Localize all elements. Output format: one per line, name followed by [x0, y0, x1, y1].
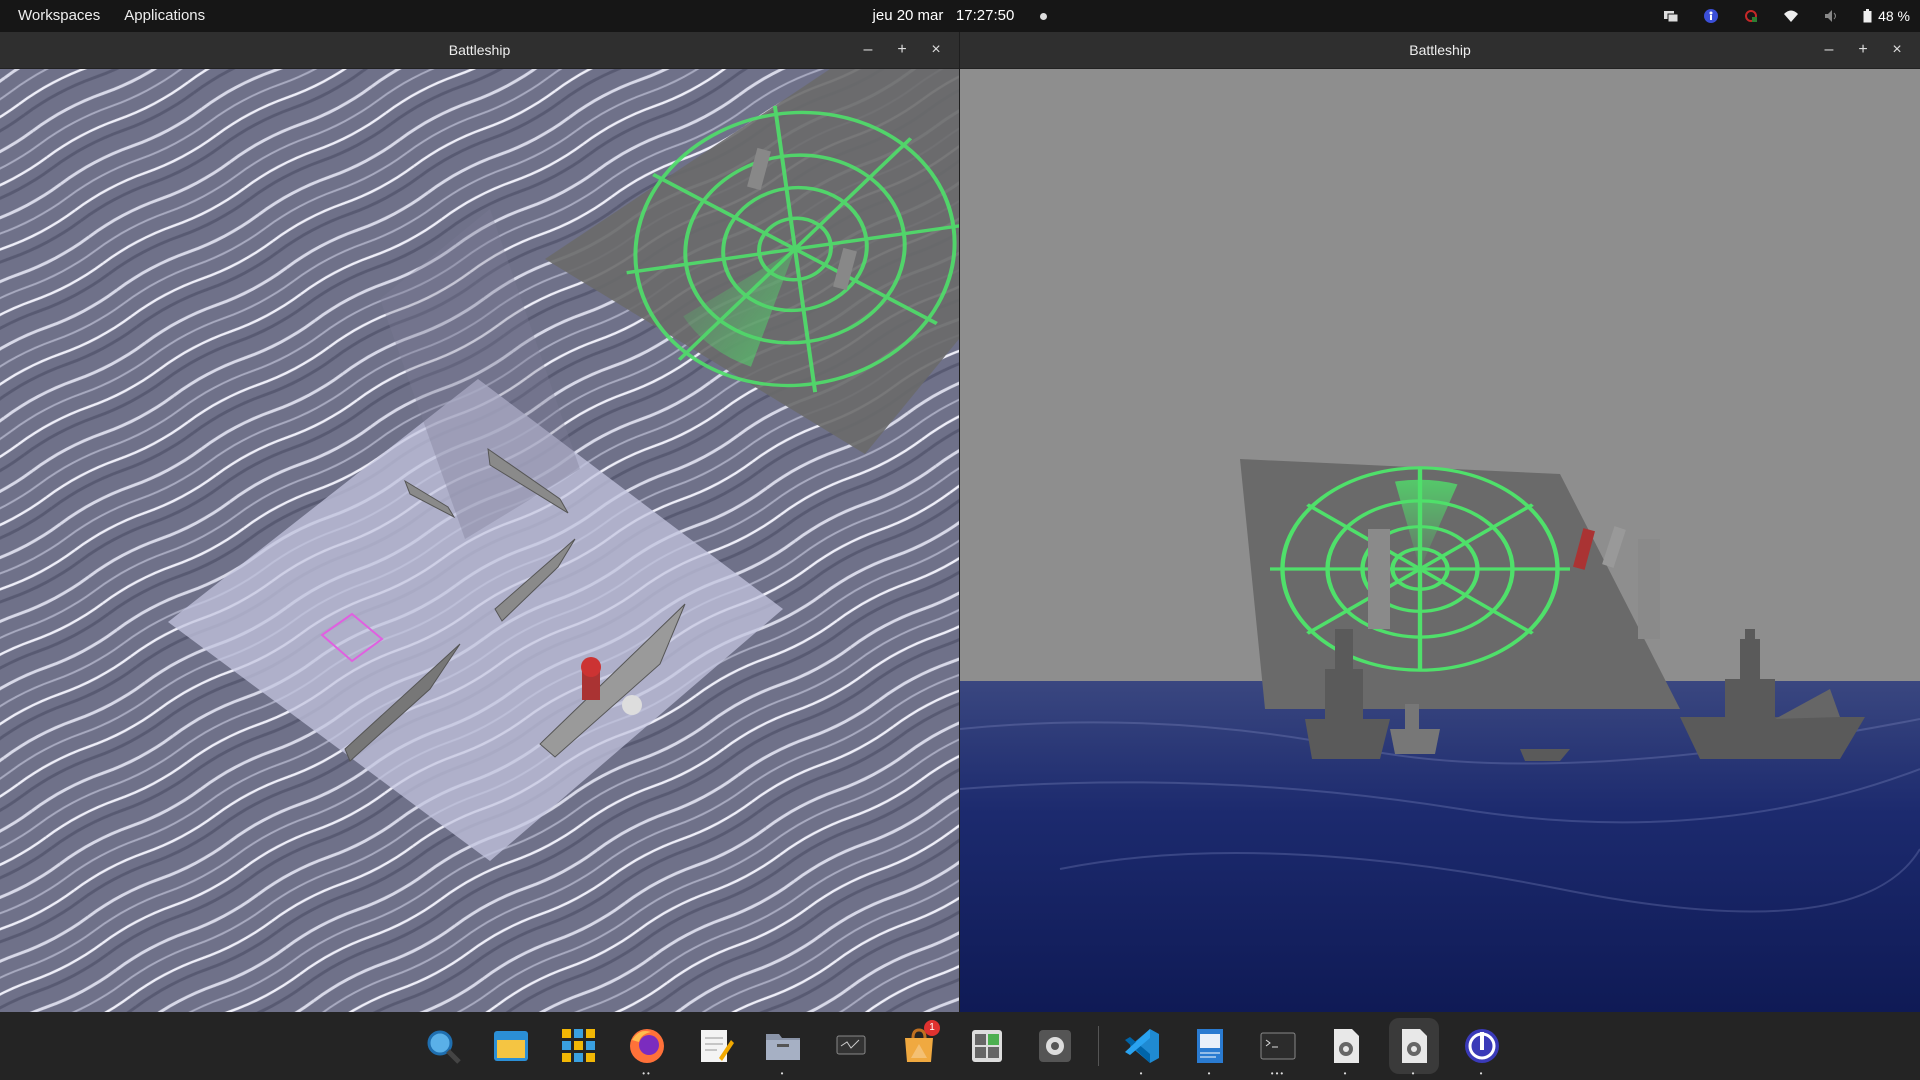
window-titlebar[interactable]: Battleship – + ×: [0, 32, 959, 69]
running-indicator: •: [780, 1069, 786, 1078]
document-viewer-icon[interactable]: •: [1185, 1018, 1235, 1078]
window-title: Battleship: [1409, 42, 1471, 58]
wifi-icon[interactable]: [1783, 8, 1799, 24]
top-panel: Workspaces Applications jeu 20 mar 17:27…: [0, 0, 1920, 32]
running-indicator: •: [1343, 1069, 1349, 1078]
battery-indicator[interactable]: 48 %: [1863, 8, 1910, 24]
running-indicator: •: [1139, 1069, 1145, 1078]
minimize-button[interactable]: –: [1812, 32, 1846, 68]
tweaks-icon[interactable]: •: [1457, 1018, 1507, 1078]
clock: jeu 20 mar 17:27:50: [0, 0, 1920, 32]
game-viewport-top-view[interactable]: [0, 69, 959, 1012]
battleship-window-left[interactable]: Battleship – + ×: [0, 32, 959, 1012]
battery-percent: 48 %: [1878, 8, 1910, 24]
dock: •• • 1 • • ••• • • •: [0, 1012, 1920, 1080]
notification-badge: 1: [924, 1020, 940, 1036]
vscode-icon[interactable]: •: [1117, 1018, 1167, 1078]
miss-peg: [622, 695, 642, 715]
clock-date[interactable]: jeu 20 mar: [873, 7, 944, 24]
recording-indicator-icon[interactable]: [1743, 8, 1759, 24]
calculator-icon[interactable]: [962, 1018, 1012, 1074]
close-button[interactable]: ×: [919, 32, 953, 68]
running-indicator: •: [1411, 1069, 1417, 1078]
clock-time[interactable]: 17:27:50: [956, 7, 1014, 24]
battleship-window-right[interactable]: Battleship – + ×: [960, 32, 1920, 1012]
file-manager-icon[interactable]: [486, 1018, 536, 1074]
maximize-button[interactable]: +: [1846, 32, 1880, 68]
window-titlebar[interactable]: Battleship – + ×: [960, 32, 1920, 69]
config-file-icon-2[interactable]: •: [1389, 1018, 1439, 1078]
close-button[interactable]: ×: [1880, 32, 1914, 68]
running-indicator: •: [1207, 1069, 1213, 1078]
dock-separator: [1098, 1026, 1099, 1066]
appcenter-icon[interactable]: 1: [894, 1018, 944, 1074]
game-viewport-sea-view[interactable]: [960, 69, 1920, 1012]
display-icon[interactable]: [1663, 8, 1679, 24]
running-indicator: ••: [642, 1069, 652, 1078]
running-indicator: •: [1479, 1069, 1485, 1078]
workspaces-button[interactable]: Workspaces: [6, 0, 112, 32]
files-icon[interactable]: •: [758, 1018, 808, 1078]
app-grid-icon[interactable]: [554, 1018, 604, 1074]
volume-muted-icon[interactable]: [1823, 8, 1839, 24]
system-tray: 48 %: [1663, 0, 1910, 32]
notification-dot[interactable]: [1040, 12, 1048, 20]
maximize-button[interactable]: +: [885, 32, 919, 68]
battery-icon: [1863, 9, 1872, 23]
terminal-icon[interactable]: •••: [1253, 1018, 1303, 1078]
accessibility-icon[interactable]: [1703, 8, 1719, 24]
firefox-icon[interactable]: ••: [622, 1018, 672, 1078]
applications-button[interactable]: Applications: [112, 0, 217, 32]
text-editor-icon[interactable]: [690, 1018, 740, 1074]
config-file-icon[interactable]: •: [1321, 1018, 1371, 1078]
monitor-icon[interactable]: [826, 1018, 876, 1074]
minimize-button[interactable]: –: [851, 32, 885, 68]
search-app-icon[interactable]: [418, 1018, 468, 1074]
running-indicator: •••: [1270, 1069, 1286, 1078]
window-title: Battleship: [448, 42, 511, 58]
settings-icon[interactable]: [1030, 1018, 1080, 1074]
